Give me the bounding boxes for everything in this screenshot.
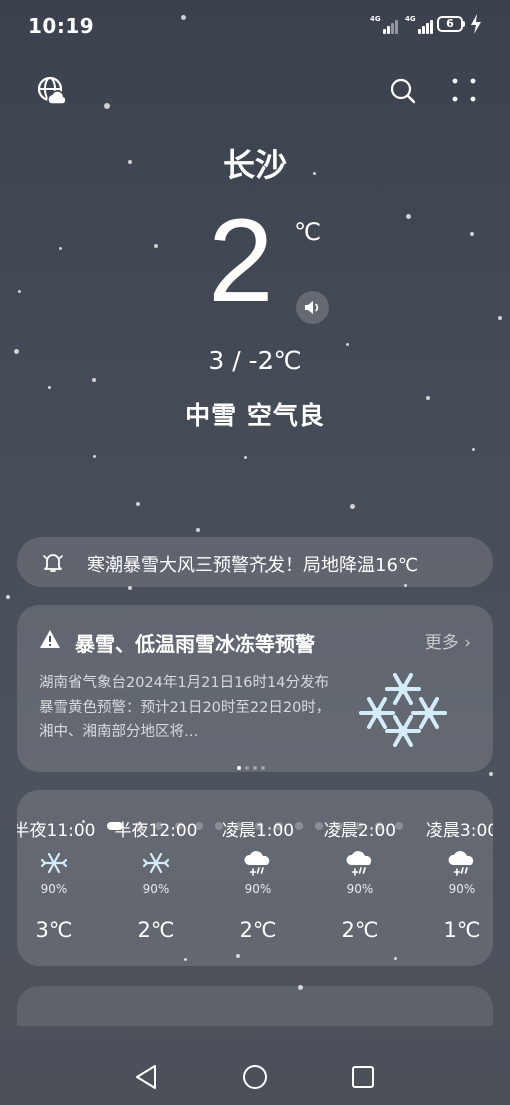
voice-broadcast-button[interactable] bbox=[296, 291, 329, 324]
snow-particle bbox=[154, 244, 158, 248]
page-dot bbox=[335, 822, 343, 830]
snow-particle bbox=[136, 502, 140, 506]
page-dot bbox=[255, 822, 263, 830]
temperature-unit: ℃ bbox=[294, 218, 321, 246]
cloud-snow-icon bbox=[244, 851, 270, 876]
snowflake-cluster-icon bbox=[359, 673, 447, 747]
snow-particle bbox=[472, 448, 475, 451]
hour-precip: 90% bbox=[244, 882, 272, 896]
menu-dots-icon[interactable] bbox=[452, 78, 476, 102]
page-dot bbox=[261, 766, 265, 770]
warning-title: 暴雪、低温雨雪冰冻等预警 bbox=[75, 632, 315, 656]
snow-particle bbox=[104, 103, 110, 109]
temperature-range: 3 / -2℃ bbox=[208, 346, 302, 375]
warning-page-indicator bbox=[235, 755, 267, 774]
current-temperature: 2 bbox=[208, 195, 274, 327]
page-dot bbox=[135, 822, 143, 830]
charging-bolt-icon bbox=[471, 14, 481, 34]
page-dot bbox=[253, 766, 257, 770]
status-time: 10:19 bbox=[28, 14, 95, 38]
snow-particle bbox=[48, 386, 51, 389]
snow-particle bbox=[196, 528, 200, 532]
page-dot bbox=[295, 822, 303, 830]
page-dot bbox=[155, 822, 163, 830]
globe-weather-icon[interactable] bbox=[36, 75, 68, 107]
snow-particle bbox=[18, 290, 21, 293]
signal-1-icon: 4G bbox=[370, 15, 402, 34]
hour-precip: 90% bbox=[448, 882, 476, 896]
warning-card[interactable]: 暴雪、低温雨雪冰冻等预警 更多 › 湖南省气象台2024年1月21日16时14分… bbox=[17, 605, 493, 772]
speaker-icon bbox=[305, 301, 319, 314]
hour-temp: 2℃ bbox=[137, 918, 175, 942]
recents-square-icon[interactable] bbox=[351, 1065, 375, 1089]
snow-particle bbox=[406, 214, 411, 219]
next-card-peek[interactable] bbox=[17, 986, 493, 1026]
page-dot bbox=[237, 766, 241, 770]
snow-particle bbox=[350, 504, 355, 509]
page-dot bbox=[245, 766, 249, 770]
hour-temp: 2℃ bbox=[341, 918, 379, 942]
warning-icon bbox=[40, 630, 60, 648]
hour-temp: 1℃ bbox=[443, 918, 481, 942]
status-bar: 10:19 4G 4G 6 bbox=[0, 0, 510, 50]
hour-time: 半夜11:00 bbox=[17, 821, 96, 841]
cloud-snow-icon bbox=[448, 851, 474, 876]
hour-precip: 90% bbox=[142, 882, 170, 896]
signal-2-icon: 4G bbox=[405, 15, 437, 34]
hour-time: 凌晨3:00 bbox=[425, 821, 493, 841]
page-dot bbox=[195, 822, 203, 830]
home-circle-icon[interactable] bbox=[242, 1064, 268, 1090]
city-name[interactable]: 长沙 bbox=[0, 140, 510, 186]
hourly-list[interactable]: 半夜11:00 90% 3℃ 半夜12:00 90% 2℃ 凌晨1:00 90% 2℃ 凌晨2:0… bbox=[17, 790, 493, 966]
alert-banner[interactable]: 寒潮暴雪大风三预警齐发！局地降温16℃ bbox=[17, 537, 493, 587]
hourly-forecast-card[interactable]: 半夜11:00 90% 3℃ 半夜12:00 90% 2℃ 凌晨1:00 90% 2℃ 凌晨2:0… bbox=[17, 790, 493, 966]
weather-condition: 中雪 空气良 bbox=[185, 401, 325, 430]
back-triangle-icon[interactable] bbox=[134, 1064, 158, 1090]
cloud-snow-icon bbox=[346, 851, 372, 876]
snow-particle bbox=[470, 232, 474, 236]
snow-particle bbox=[489, 772, 493, 776]
hour-precip: 90% bbox=[40, 882, 68, 896]
hour-temp: 3℃ bbox=[35, 918, 73, 942]
alert-text: 寒潮暴雪大风三预警齐发！局地降温16℃ bbox=[87, 555, 419, 576]
page-dot bbox=[275, 822, 283, 830]
page-dot bbox=[235, 822, 243, 830]
warning-body: 湖南省气象台2024年1月21日16时14分发布暴雪黄色预警：预计21日20时至… bbox=[39, 675, 331, 740]
page-dot bbox=[395, 822, 403, 830]
page-dot bbox=[215, 822, 223, 830]
bell-icon bbox=[43, 554, 63, 572]
page-dot bbox=[107, 822, 123, 830]
page-dot bbox=[375, 822, 383, 830]
snow-particle bbox=[93, 455, 96, 458]
page-dot bbox=[175, 822, 183, 830]
snow-particle bbox=[244, 456, 247, 459]
page-dot bbox=[315, 822, 323, 830]
snow-particle bbox=[59, 247, 62, 250]
snow-particle bbox=[92, 378, 96, 382]
hour-precip: 90% bbox=[346, 882, 374, 896]
snowflake-icon bbox=[40, 852, 68, 874]
hour-temp: 2℃ bbox=[239, 918, 277, 942]
snowflake-icon bbox=[142, 852, 170, 874]
snow-particle bbox=[6, 595, 10, 599]
battery-icon: 6 bbox=[437, 16, 463, 32]
more-link[interactable]: 更多 › bbox=[425, 628, 471, 653]
page-dot bbox=[355, 822, 363, 830]
snow-particle bbox=[498, 316, 502, 320]
search-icon[interactable] bbox=[389, 77, 417, 105]
